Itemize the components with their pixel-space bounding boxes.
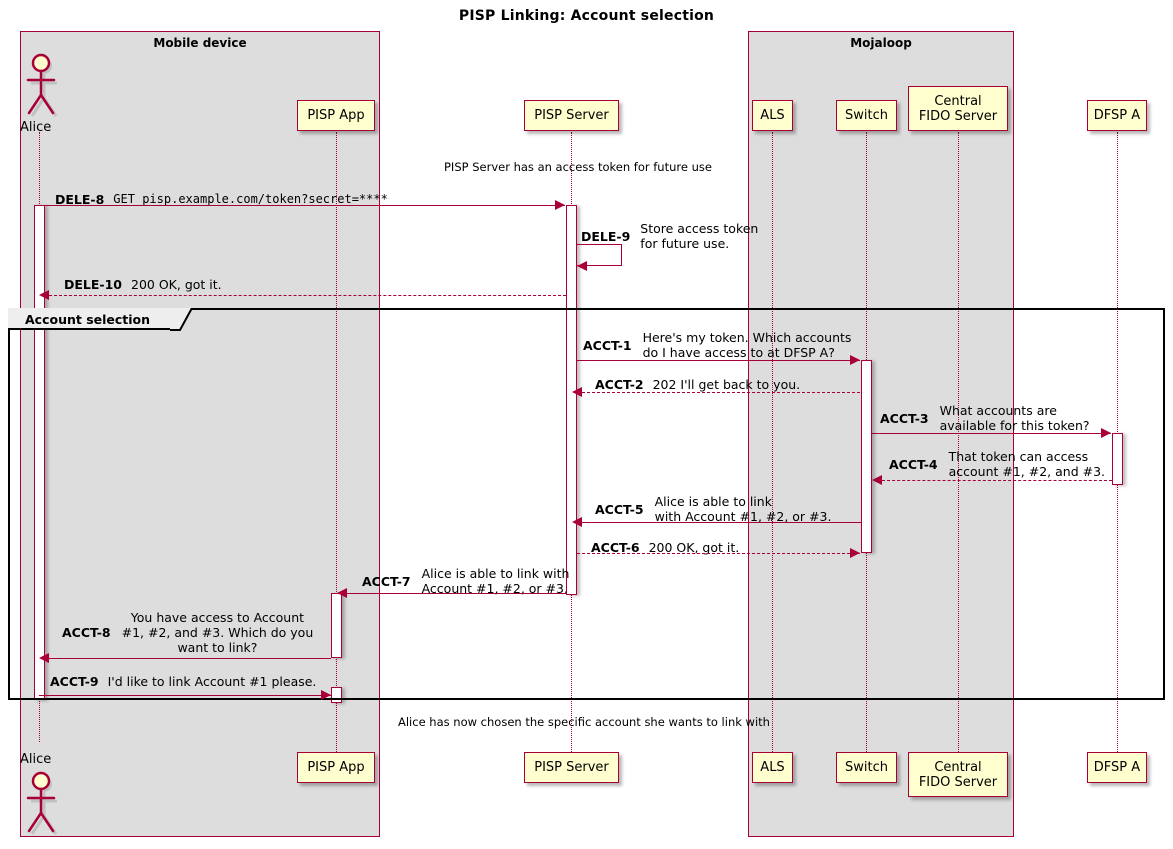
message-label-acct-2: ACCT-2 202 I'll get back to you. (595, 376, 800, 392)
message-arrow-acct-4 (882, 480, 1112, 481)
arrowhead-acct-2 (572, 387, 582, 397)
message-body-acct-4-line2: account #1, #2, and #3. (948, 464, 1106, 479)
participant-pisp-app-top[interactable]: PISP App (297, 100, 375, 131)
actor-icon (26, 53, 58, 117)
message-body-dele-10: 200 OK, got it. (131, 277, 222, 292)
message-arrow-dele-10 (49, 295, 566, 296)
message-label-acct-4: ACCT-4 That token can access account #1,… (889, 449, 1105, 479)
message-label-dele-10: DELE-10 200 OK, got it. (64, 276, 222, 292)
arrowhead-acct-5 (572, 517, 582, 527)
arrowhead-dele-10 (39, 290, 49, 300)
message-seq-acct-3: ACCT-3 (880, 410, 929, 426)
participant-switch-top[interactable]: Switch (836, 100, 897, 131)
arrowhead-acct-9 (321, 690, 331, 700)
message-label-acct-3: ACCT-3 What accounts are available for t… (880, 403, 1090, 433)
arrowhead-acct-1 (850, 355, 860, 365)
message-body-acct-1-line2: do I have access to at DFSP A? (642, 345, 835, 360)
fragment-tab-corner (170, 308, 193, 331)
participant-pisp-server-bottom[interactable]: PISP Server (524, 752, 619, 783)
actor-label-alice-top: Alice (20, 120, 52, 135)
message-seq-dele-10: DELE-10 (64, 277, 123, 292)
message-body-acct-1-line1: Here's my token. Which accounts (642, 330, 852, 345)
message-arrow-acct-3 (872, 433, 1111, 434)
group-title-mojaloop: Mojaloop (850, 36, 912, 50)
message-arrow-acct-7 (347, 593, 566, 594)
page-title: PISP Linking: Account selection (458, 8, 715, 24)
message-label-acct-8: ACCT-8 You have access to Account #1, #2… (62, 610, 313, 655)
message-arrow-acct-9 (39, 695, 331, 696)
message-seq-acct-8: ACCT-8 (62, 625, 111, 640)
group-title-mobile-device: Mobile device (153, 36, 247, 50)
message-seq-acct-5: ACCT-5 (595, 501, 644, 517)
arrowhead-acct-8 (39, 653, 49, 663)
message-body-dele-9-line1: Store access token (640, 221, 759, 236)
message-body-dele-9-line2: for future use. (640, 236, 730, 251)
message-body-acct-7-line1: Alice is able to link with (421, 566, 570, 581)
participant-pisp-app-bottom[interactable]: PISP App (297, 752, 375, 783)
message-body-acct-5-line1: Alice is able to link (654, 494, 772, 509)
arrowhead-acct-3 (1101, 428, 1111, 438)
participant-als-top[interactable]: ALS (752, 100, 793, 131)
note-bottom: Alice has now chosen the specific accoun… (398, 715, 770, 729)
message-arrow-acct-1 (577, 360, 860, 361)
participant-dfsp-a-top[interactable]: DFSP A (1087, 100, 1147, 131)
message-seq-dele-9: DELE-9 (581, 228, 631, 244)
message-arrow-dele-8 (39, 205, 565, 206)
message-body-acct-9: I'd like to link Account #1 please. (107, 674, 317, 689)
message-body-acct-4-line1: That token can access (948, 449, 1089, 464)
actor-icon (26, 771, 58, 835)
participant-pisp-server-top[interactable]: PISP Server (524, 100, 619, 131)
sequence-diagram-canvas: PISP Linking: Account selection Mobile d… (0, 0, 1173, 849)
message-seq-acct-4: ACCT-4 (889, 456, 938, 472)
arrowhead-acct-4 (872, 475, 882, 485)
actor-label-alice-bottom: Alice (20, 752, 52, 767)
message-label-acct-7: ACCT-7 Alice is able to link with Accoun… (362, 566, 569, 596)
message-seq-acct-1: ACCT-1 (583, 337, 632, 353)
message-arrow-acct-6 (577, 553, 860, 554)
fragment-label-account-selection: Account selection (25, 312, 151, 327)
actor-alice-top (22, 50, 60, 129)
message-arrow-acct-5 (582, 522, 861, 523)
participant-central-fido-server-top[interactable]: Central FIDO Server (908, 86, 1008, 131)
message-body-acct-3-line1: What accounts are (939, 403, 1057, 418)
participant-als-bottom[interactable]: ALS (752, 752, 793, 783)
message-label-acct-5: ACCT-5 Alice is able to link with Accoun… (595, 494, 831, 524)
message-body-acct-3-line2: available for this token? (939, 418, 1090, 433)
arrowhead-acct-7 (337, 588, 347, 598)
message-label-acct-9: ACCT-9 I'd like to link Account #1 pleas… (50, 673, 316, 689)
message-seq-acct-7: ACCT-7 (362, 573, 411, 589)
message-body-acct-2: 202 I'll get back to you. (652, 377, 801, 392)
message-label-acct-1: ACCT-1 Here's my token. Which accounts d… (583, 330, 851, 360)
arrowhead-dele-8 (555, 200, 565, 210)
participant-switch-bottom[interactable]: Switch (836, 752, 897, 783)
actor-alice-bottom (22, 768, 60, 844)
note-top: PISP Server has an access token for futu… (444, 160, 712, 174)
participant-dfsp-a-bottom[interactable]: DFSP A (1087, 752, 1147, 783)
message-seq-acct-2: ACCT-2 (595, 377, 644, 392)
participant-central-fido-server-bottom[interactable]: Central FIDO Server (908, 752, 1008, 797)
message-seq-acct-9: ACCT-9 (50, 674, 99, 689)
arrowhead-dele-9 (577, 261, 587, 271)
message-body-acct-8-line1: You have access to Account (130, 610, 305, 625)
message-arrow-acct-2 (582, 392, 860, 393)
arrowhead-acct-6 (850, 548, 860, 558)
message-arrow-acct-8 (49, 658, 331, 659)
message-body-acct-8-line2: #1, #2, and #3. Which do you (121, 625, 314, 640)
message-body-acct-8-line3: want to link? (177, 640, 258, 655)
